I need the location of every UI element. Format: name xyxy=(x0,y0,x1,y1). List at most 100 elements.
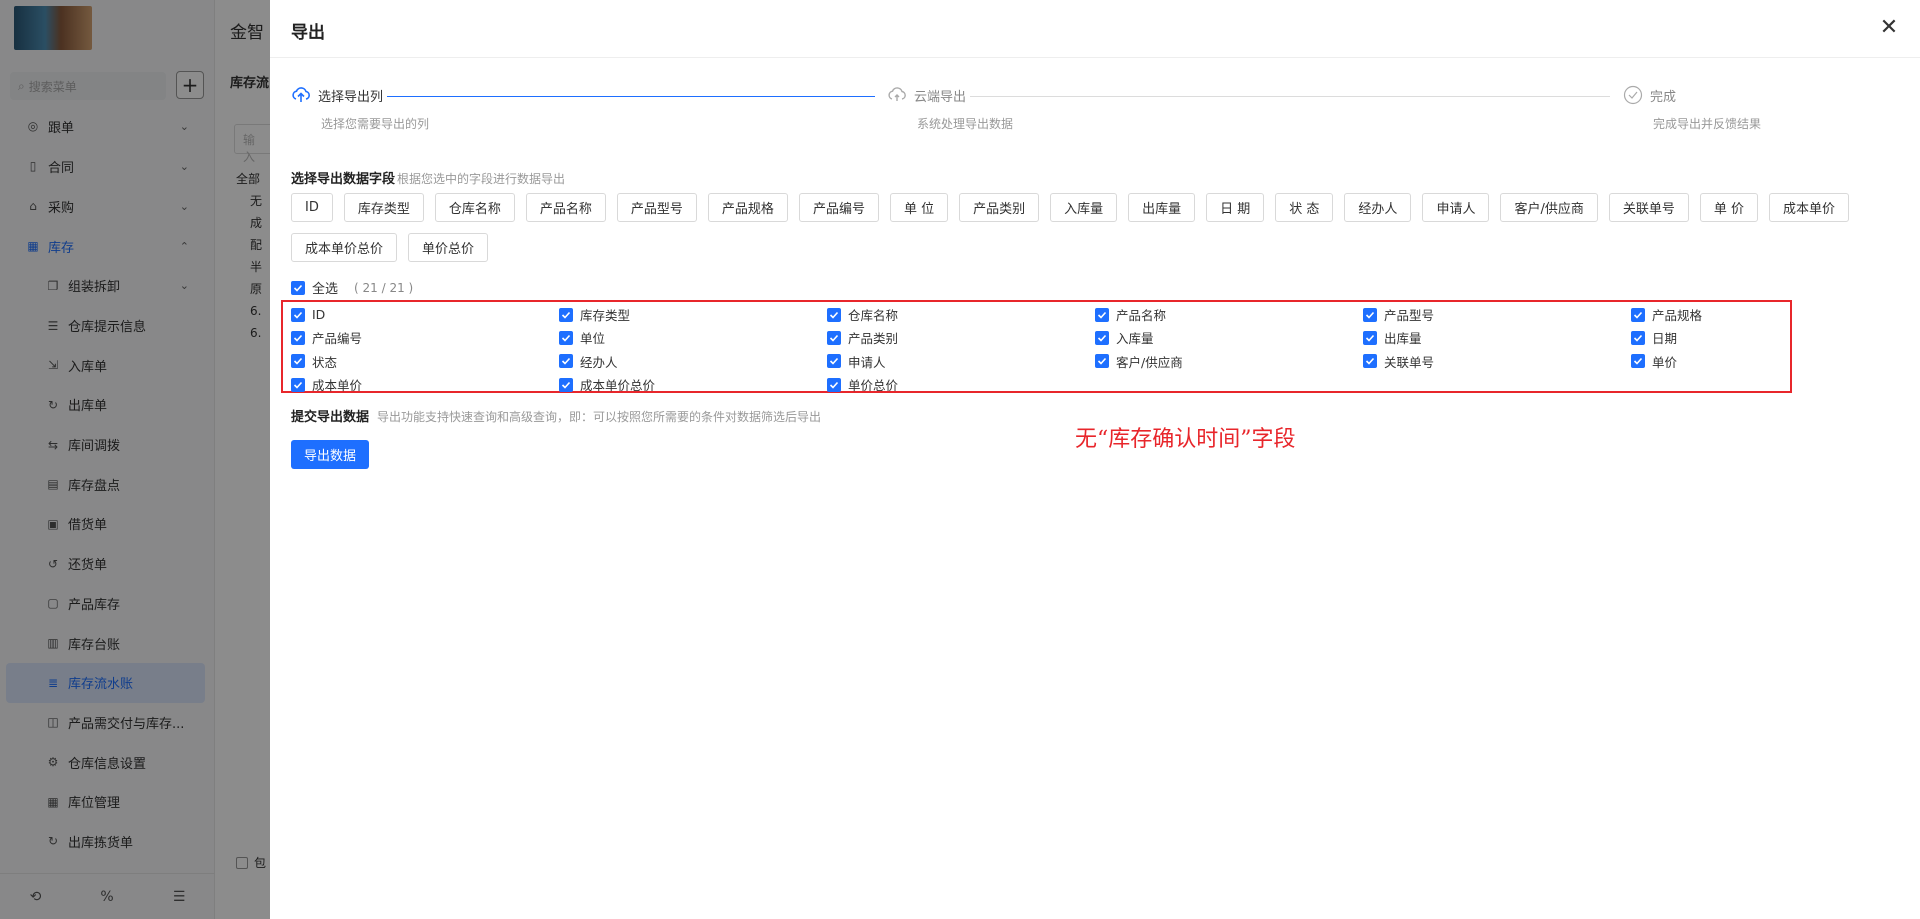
field-checkbox[interactable]: 单价 xyxy=(1631,350,1899,373)
field-tag[interactable]: 出库量 xyxy=(1128,193,1196,222)
selected-count: ( 21 / 21 ) xyxy=(354,280,414,295)
field-checkbox[interactable]: 产品规格 xyxy=(1631,303,1899,326)
field-checkbox-label: 日期 xyxy=(1652,331,1678,347)
field-checkbox[interactable]: 申请人 xyxy=(827,350,1095,373)
field-tag[interactable]: 产品编号 xyxy=(798,193,879,222)
field-checkbox[interactable]: ID xyxy=(291,303,559,326)
step-connector-todo xyxy=(970,96,1610,97)
field-tag[interactable]: 产品型号 xyxy=(616,193,697,222)
field-checkbox-label: 客户/供应商 xyxy=(1116,354,1183,370)
checkbox-checked-icon xyxy=(1363,307,1377,322)
checkbox-checked-icon xyxy=(559,354,573,369)
close-icon[interactable]: ✕ xyxy=(1876,15,1902,41)
checkbox-checked-icon xyxy=(827,377,841,392)
field-checkbox[interactable]: 出库量 xyxy=(1363,326,1631,349)
field-tag[interactable]: 单 位 xyxy=(889,193,949,222)
checkbox-checked-icon xyxy=(1095,354,1109,369)
field-checkbox[interactable]: 日期 xyxy=(1631,326,1899,349)
export-drawer: 导出 ✕ 选择导出列 选择您需要导出的列 云端导出 系统处理导出数据 完成 完成… xyxy=(270,0,1920,919)
export-steps: 选择导出列 选择您需要导出的列 云端导出 系统处理导出数据 完成 完成导出并反馈… xyxy=(290,84,1910,144)
checkbox-checked-icon xyxy=(291,307,305,322)
field-checkbox-label: 入库量 xyxy=(1116,331,1154,347)
field-tag[interactable]: 产品类别 xyxy=(959,193,1040,222)
checkbox-checked-icon xyxy=(827,307,841,322)
field-tag[interactable]: ID xyxy=(291,193,333,222)
step-title: 选择导出列 xyxy=(318,89,384,105)
field-checkbox-label: 产品名称 xyxy=(1116,308,1167,324)
field-checkbox[interactable]: 入库量 xyxy=(1095,326,1363,349)
checkbox-checked-icon xyxy=(559,330,573,345)
field-checkbox-label: 出库量 xyxy=(1384,331,1422,347)
field-checkbox[interactable]: 经办人 xyxy=(559,350,827,373)
annotation-note: 无“库存确认时间”字段 xyxy=(1075,427,1296,452)
field-checkbox-label: 成本单价 xyxy=(312,378,363,394)
field-checkbox[interactable]: 产品编号 xyxy=(291,326,559,349)
select-all-checkbox[interactable]: 全选 ( 21 / 21 ) xyxy=(291,278,413,297)
field-tag[interactable]: 产品名称 xyxy=(525,193,606,222)
checkbox-checked-icon xyxy=(291,280,305,295)
checkbox-checked-icon xyxy=(559,377,573,392)
field-tag-list: ID 库存类型 仓库名称 产品名称 产品型号 产品规格 产品编号单 位产品类别 入库量 出库量日… xyxy=(291,193,1891,262)
modal-mask[interactable] xyxy=(0,0,270,919)
field-checkbox-label: 库存类型 xyxy=(580,308,631,324)
field-tag[interactable]: 客户/供应商 xyxy=(1500,193,1598,222)
step-complete: 完成 完成导出并反馈结果 xyxy=(1622,84,1761,132)
field-checkbox-grid: ID 库存类型 仓库名称 产品名称 产品型号 产品规格产品编号 单位 产品类别 入库量 出库量 日期… xyxy=(291,303,1791,396)
field-checkbox[interactable]: 仓库名称 xyxy=(827,303,1095,326)
field-checkbox[interactable]: 关联单号 xyxy=(1363,350,1631,373)
checkbox-checked-icon xyxy=(1363,330,1377,345)
field-checkbox[interactable]: 状态 xyxy=(291,350,559,373)
checkbox-checked-icon xyxy=(559,307,573,322)
field-checkbox[interactable]: 库存类型 xyxy=(559,303,827,326)
check-circle-icon xyxy=(1622,84,1644,106)
cloud-upload-icon xyxy=(290,84,312,106)
submit-section-title: 提交导出数据 导出功能支持快速查询和高级查询，即：可以按照您所需要的条件对数据筛选… xyxy=(291,410,822,425)
checkbox-checked-icon xyxy=(1631,330,1645,345)
field-checkbox-label: 状态 xyxy=(312,354,338,370)
field-tag[interactable]: 成本单价 xyxy=(1769,193,1850,222)
field-checkbox[interactable]: 产品名称 xyxy=(1095,303,1363,326)
field-tag[interactable]: 产品规格 xyxy=(707,193,788,222)
field-checkbox[interactable]: 产品型号 xyxy=(1363,303,1631,326)
checkbox-checked-icon xyxy=(291,377,305,392)
checkbox-checked-icon xyxy=(1095,330,1109,345)
step-select-columns: 选择导出列 选择您需要导出的列 xyxy=(290,84,429,132)
field-checkbox[interactable]: 产品类别 xyxy=(827,326,1095,349)
field-checkbox-label: 产品规格 xyxy=(1652,308,1703,324)
field-checkbox[interactable]: 成本单价总价 xyxy=(559,373,827,396)
field-checkbox-label: 产品型号 xyxy=(1384,308,1435,324)
checkbox-checked-icon xyxy=(827,330,841,345)
checkbox-checked-icon xyxy=(1095,307,1109,322)
step-desc: 系统处理导出数据 xyxy=(917,117,1014,131)
step-connector-done xyxy=(387,96,875,97)
field-checkbox-label: 仓库名称 xyxy=(848,308,899,324)
field-tag[interactable]: 成本单价总价 xyxy=(291,233,398,262)
field-tag[interactable]: 状 态 xyxy=(1275,193,1334,222)
checkbox-checked-icon xyxy=(1631,307,1645,322)
field-checkbox[interactable]: 客户/供应商 xyxy=(1095,350,1363,373)
step-cloud-export: 云端导出 系统处理导出数据 xyxy=(886,84,1013,132)
field-tag[interactable]: 关联单号 xyxy=(1608,193,1689,222)
export-data-button[interactable]: 导出数据 xyxy=(291,440,370,469)
field-tag[interactable]: 仓库名称 xyxy=(434,193,515,222)
field-checkbox[interactable]: 单位 xyxy=(559,326,827,349)
field-section-title: 选择导出数据字段 根据您选中的字段进行数据导出 xyxy=(291,172,566,187)
field-tag[interactable]: 入库量 xyxy=(1050,193,1118,222)
field-tag[interactable]: 单 价 xyxy=(1699,193,1758,222)
field-checkbox[interactable]: 成本单价 xyxy=(291,373,559,396)
field-tag[interactable]: 申请人 xyxy=(1422,193,1490,222)
field-checkbox-label: 产品类别 xyxy=(848,331,899,347)
field-tag[interactable]: 库存类型 xyxy=(343,193,424,222)
drawer-title: 导出 xyxy=(291,23,325,43)
field-checkbox-label: 关联单号 xyxy=(1384,354,1435,370)
field-checkbox-label: 经办人 xyxy=(580,354,618,370)
field-checkbox[interactable]: 单价总价 xyxy=(827,373,1095,396)
field-tag[interactable]: 单价总价 xyxy=(408,233,489,262)
step-title: 完成 xyxy=(1650,89,1677,105)
checkbox-checked-icon xyxy=(827,354,841,369)
step-desc: 完成导出并反馈结果 xyxy=(1653,117,1762,131)
checkbox-checked-icon xyxy=(291,330,305,345)
field-checkbox-label: 产品编号 xyxy=(312,331,363,347)
field-tag[interactable]: 日 期 xyxy=(1206,193,1265,222)
field-tag[interactable]: 经办人 xyxy=(1344,193,1412,222)
